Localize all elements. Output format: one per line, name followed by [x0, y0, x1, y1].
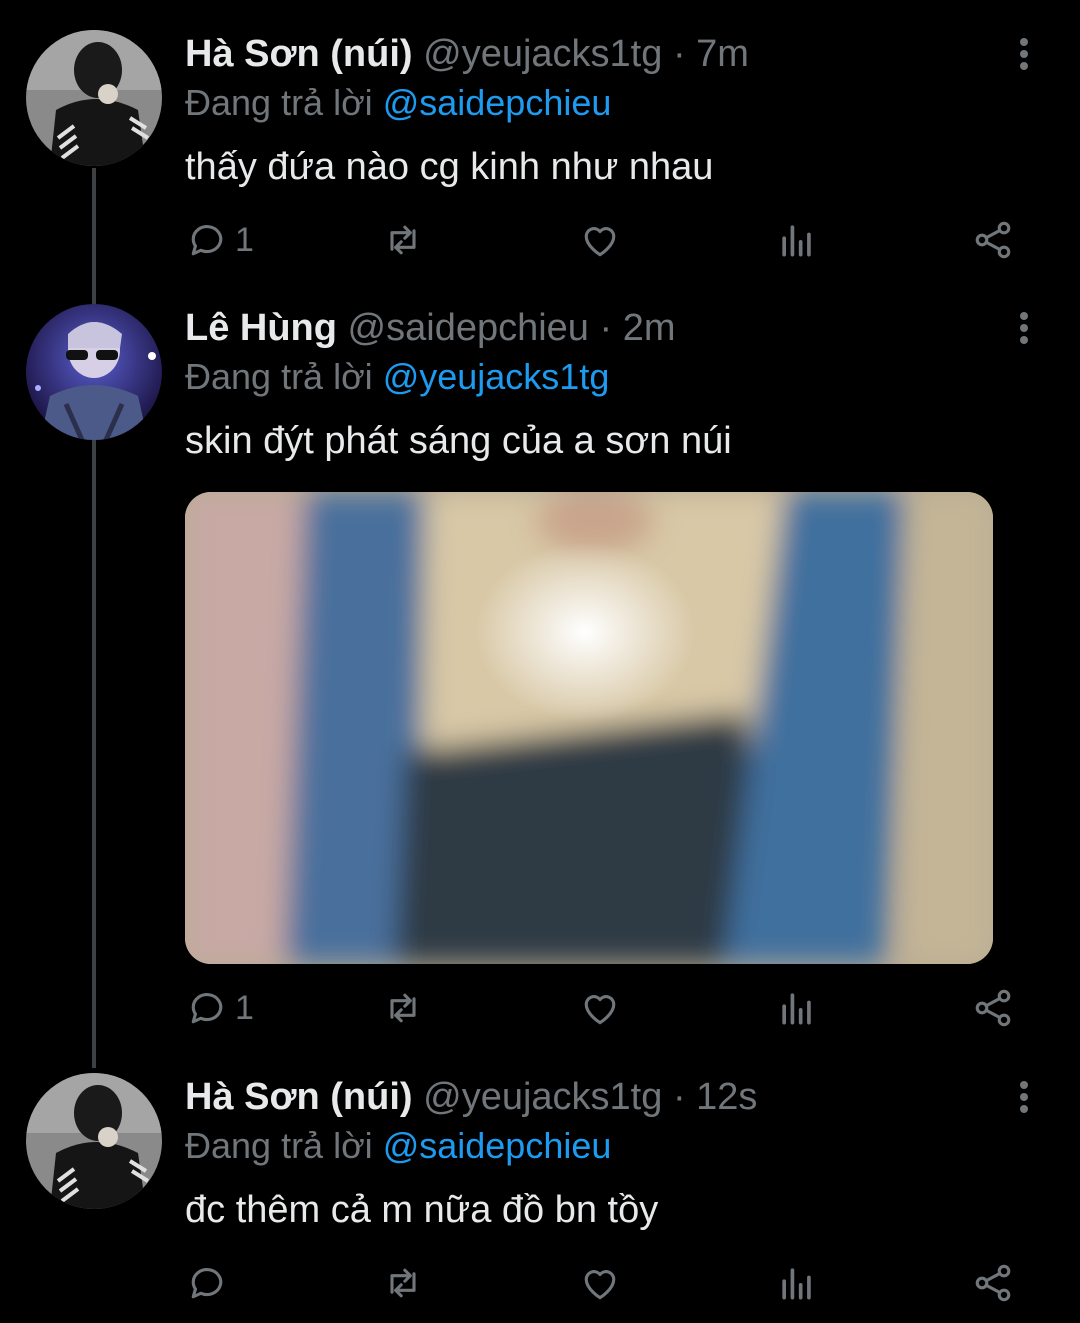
timestamp[interactable]: 7m [696, 33, 749, 75]
tweet-3[interactable]: Hà Sơn (núi) @yeujacks1tg · 12s Đang trả… [0, 1073, 1080, 1313]
reply-icon [191, 993, 223, 1024]
timestamp[interactable]: 2m [623, 307, 676, 349]
share-button[interactable] [971, 216, 1015, 264]
reply-icon [191, 225, 223, 256]
replying-prefix: Đang trả lời [185, 1125, 373, 1166]
avatar[interactable] [26, 1073, 162, 1209]
retweet-icon [390, 1268, 416, 1298]
replying-to: Đang trả lời @yeujacks1tg [185, 352, 609, 402]
tweet-1[interactable]: Hà Sơn (núi) @yeujacks1tg · 7m Đang trả … [0, 30, 1080, 270]
action-bar: 1 [185, 984, 1035, 1032]
more-vertical-icon[interactable] [1004, 1077, 1044, 1117]
display-name[interactable]: Hà Sơn (núi) [185, 33, 413, 75]
mention-link[interactable]: @saidepchieu [383, 1125, 612, 1166]
tweet-2[interactable]: Lê Hùng @saidepchieu · 2m Đang trả lời @… [0, 304, 1080, 1044]
mention-link[interactable]: @saidepchieu [383, 82, 612, 123]
tweet-text: đc thêm cả m nữa đồ bn tồy [185, 1189, 659, 1231]
display-name[interactable]: Hà Sơn (núi) [185, 1076, 413, 1118]
separator-dot: · [599, 307, 613, 349]
separator-dot: · [672, 33, 686, 75]
replying-to: Đang trả lời @saidepchieu [185, 78, 611, 128]
replying-to: Đang trả lời @saidepchieu [185, 1121, 611, 1171]
avatar[interactable] [26, 30, 162, 166]
replying-prefix: Đang trả lời [185, 356, 373, 397]
tweet-header: Lê Hùng @saidepchieu · 2m [185, 304, 676, 352]
mention-link[interactable]: @yeujacks1tg [383, 356, 610, 397]
action-bar: 1 [185, 216, 1035, 264]
retweet-button[interactable] [381, 1259, 425, 1307]
separator-dot: · [672, 1076, 686, 1118]
user-handle[interactable]: @yeujacks1tg [423, 33, 662, 75]
views-icon [782, 993, 811, 1025]
retweet-button[interactable] [381, 984, 425, 1032]
like-button[interactable] [578, 216, 622, 264]
reply-count: 1 [235, 988, 254, 1027]
views-button[interactable] [775, 1259, 819, 1307]
views-button[interactable] [775, 216, 819, 264]
heart-icon [584, 227, 616, 257]
replying-prefix: Đang trả lời [185, 82, 373, 123]
share-icon [975, 1264, 1011, 1302]
more-vertical-icon[interactable] [1004, 308, 1044, 348]
media-image[interactable] [185, 492, 993, 964]
reply-count: 1 [235, 220, 254, 259]
timestamp[interactable]: 12s [696, 1076, 757, 1118]
user-handle[interactable]: @saidepchieu [348, 307, 589, 349]
reply-button[interactable]: 1 [185, 984, 254, 1032]
reply-button[interactable] [185, 1259, 235, 1307]
retweet-icon [390, 225, 416, 255]
retweet-icon [390, 993, 416, 1023]
retweet-button[interactable] [381, 216, 425, 264]
views-icon [782, 1268, 811, 1300]
action-bar [185, 1259, 1035, 1307]
tweet-header: Hà Sơn (núi) @yeujacks1tg · 12s [185, 1073, 757, 1121]
heart-icon [584, 995, 616, 1025]
display-name[interactable]: Lê Hùng [185, 307, 337, 349]
reply-button[interactable]: 1 [185, 216, 254, 264]
views-button[interactable] [775, 984, 819, 1032]
more-vertical-icon[interactable] [1004, 34, 1044, 74]
tweet-text: thấy đứa nào cg kinh như nhau [185, 146, 714, 188]
share-icon [975, 221, 1011, 259]
avatar[interactable] [26, 304, 162, 440]
like-button[interactable] [578, 984, 622, 1032]
tweet-header: Hà Sơn (núi) @yeujacks1tg · 7m [185, 30, 749, 78]
share-button[interactable] [971, 984, 1015, 1032]
reply-icon [191, 1268, 223, 1299]
views-icon [782, 225, 811, 257]
heart-icon [584, 1270, 616, 1300]
like-button[interactable] [578, 1259, 622, 1307]
tweet-text: skin đýt phát sáng của a sơn núi [185, 420, 732, 462]
user-handle[interactable]: @yeujacks1tg [423, 1076, 662, 1118]
share-button[interactable] [971, 1259, 1015, 1307]
share-icon [975, 989, 1011, 1027]
